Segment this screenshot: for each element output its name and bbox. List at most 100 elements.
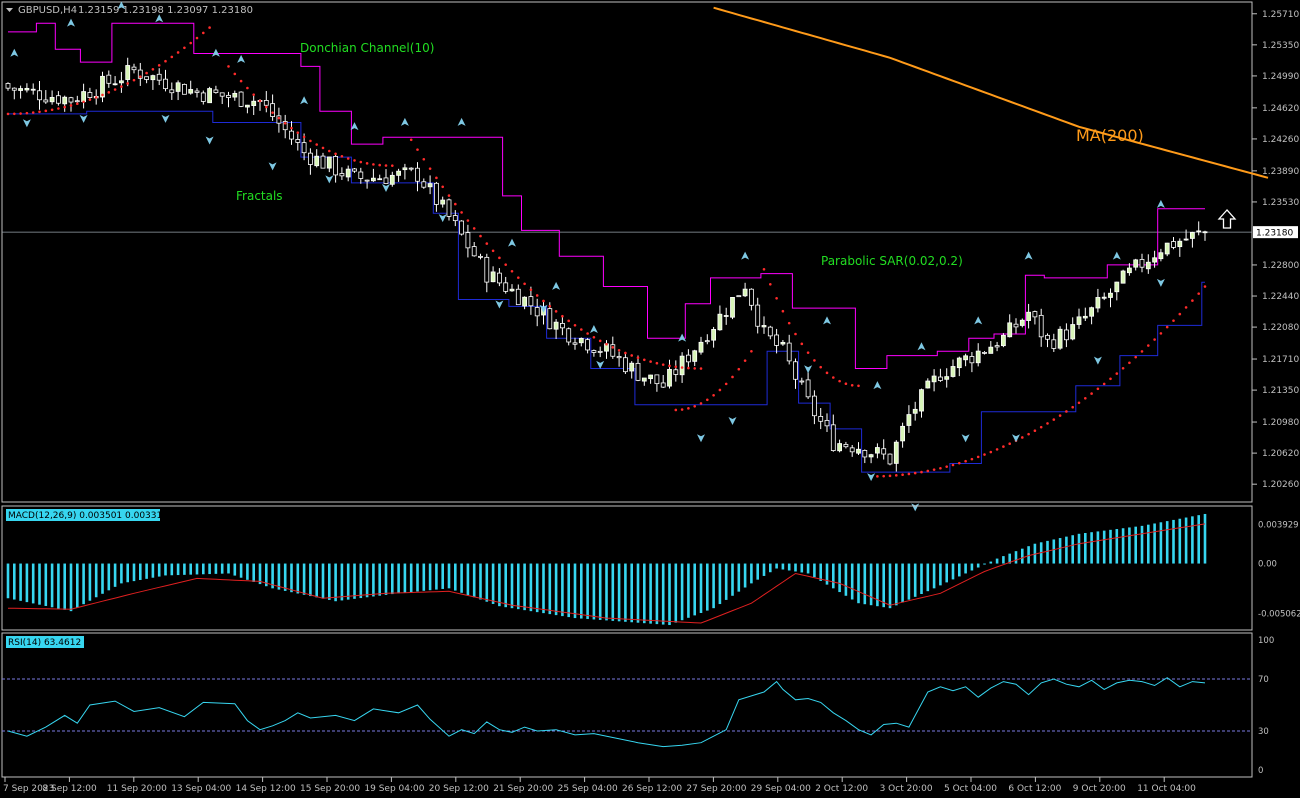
sar-dot bbox=[309, 140, 312, 143]
macd-histogram-bar bbox=[246, 564, 249, 580]
candle-body bbox=[195, 91, 199, 92]
donchian-label: Donchian Channel(10) bbox=[300, 41, 434, 55]
sar-dot bbox=[1103, 383, 1106, 386]
macd-histogram-bar bbox=[1046, 541, 1049, 564]
macd-histogram-bar bbox=[933, 564, 936, 589]
macd-histogram-bar bbox=[7, 564, 10, 599]
candle-body bbox=[1058, 329, 1062, 348]
macd-histogram-bar bbox=[630, 564, 633, 623]
candle-body bbox=[12, 88, 16, 90]
sar-dot bbox=[378, 164, 381, 167]
sar-dot bbox=[731, 376, 734, 379]
macd-histogram-bar bbox=[328, 564, 331, 600]
sar-dot bbox=[460, 211, 463, 214]
macd-histogram-bar bbox=[605, 564, 608, 621]
sar-dot bbox=[164, 60, 167, 63]
sar-dot bbox=[845, 382, 848, 385]
sar-dot bbox=[467, 219, 470, 222]
price-tick-label: 1.25350 bbox=[1262, 41, 1299, 51]
time-tick-label: 9 Oct 20:00 bbox=[1073, 784, 1126, 794]
sar-dot bbox=[234, 73, 237, 76]
candle-body bbox=[731, 297, 735, 317]
sar-dot bbox=[914, 472, 917, 475]
candle-body bbox=[25, 88, 29, 90]
sar-dot bbox=[19, 112, 22, 115]
macd-histogram-bar bbox=[687, 564, 690, 618]
macd-histogram-bar bbox=[385, 564, 388, 595]
candle-body bbox=[825, 420, 829, 425]
sar-dot bbox=[1053, 418, 1056, 421]
candle-body bbox=[491, 272, 495, 282]
candle bbox=[208, 87, 212, 103]
sar-dot bbox=[70, 104, 73, 107]
macd-histogram-bar bbox=[315, 564, 318, 598]
sar-dot bbox=[693, 405, 696, 408]
candle-body bbox=[743, 289, 747, 296]
macd-histogram-bar bbox=[448, 564, 451, 589]
sar-dot bbox=[435, 177, 438, 180]
candle-body bbox=[126, 65, 130, 79]
candle-body bbox=[642, 378, 646, 381]
macd-histogram-bar bbox=[927, 564, 930, 592]
sar-dot bbox=[920, 471, 923, 474]
candle-body bbox=[1020, 320, 1024, 325]
candle-body bbox=[233, 93, 237, 97]
candle-body bbox=[938, 377, 942, 380]
macd-histogram-bar bbox=[13, 564, 16, 600]
macd-histogram-bar bbox=[391, 564, 394, 595]
candle-body bbox=[6, 83, 10, 88]
candle-body bbox=[718, 314, 722, 330]
candle-body bbox=[296, 139, 300, 142]
sar-dot bbox=[504, 263, 507, 266]
macd-histogram-bar bbox=[668, 564, 671, 625]
time-tick-label: 20 Sep 12:00 bbox=[429, 784, 489, 794]
candle-body bbox=[384, 178, 388, 184]
macd-histogram-bar bbox=[1084, 533, 1087, 564]
sar-dot bbox=[536, 294, 539, 297]
trading-chart[interactable]: 1.257101.253501.249901.246201.242601.238… bbox=[0, 0, 1300, 798]
candle-body bbox=[353, 169, 357, 171]
candle-body bbox=[617, 356, 621, 357]
macd-histogram-bar bbox=[183, 564, 186, 575]
sar-dot bbox=[1179, 313, 1182, 316]
candle-body bbox=[913, 409, 917, 413]
candle-body bbox=[422, 182, 426, 187]
sar-dot bbox=[1153, 338, 1156, 341]
macd-histogram-bar bbox=[832, 564, 835, 589]
macd-histogram-bar bbox=[441, 564, 444, 589]
sar-dot bbox=[347, 157, 350, 160]
candle bbox=[1165, 243, 1169, 256]
sar-dot bbox=[101, 94, 104, 97]
sar-dot bbox=[271, 111, 274, 114]
candle-body bbox=[951, 366, 955, 376]
sar-dot bbox=[57, 107, 60, 110]
sar-dot bbox=[1027, 433, 1030, 436]
candle-body bbox=[724, 315, 728, 316]
sar-dot bbox=[265, 106, 268, 109]
candle-body bbox=[132, 67, 136, 70]
candle-body bbox=[239, 92, 243, 106]
macd-histogram-bar bbox=[681, 564, 684, 621]
sar-dot bbox=[120, 85, 123, 88]
sar-dot bbox=[889, 475, 892, 478]
macd-histogram-bar bbox=[1179, 519, 1182, 564]
candle-body bbox=[359, 172, 363, 178]
macd-histogram-bar bbox=[612, 564, 615, 621]
sar-dot bbox=[95, 96, 98, 99]
sar-dot bbox=[208, 26, 211, 29]
macd-histogram-bar bbox=[914, 564, 917, 597]
sar-dot bbox=[498, 257, 501, 260]
sar-dot bbox=[385, 164, 388, 167]
candle-body bbox=[365, 180, 369, 181]
sar-dot bbox=[630, 354, 633, 357]
macd-histogram-bar bbox=[360, 564, 363, 599]
macd-histogram-bar bbox=[303, 564, 306, 595]
candle-body bbox=[1052, 340, 1056, 349]
candle-body bbox=[176, 83, 180, 92]
macd-histogram-bar bbox=[89, 564, 92, 601]
candle-body bbox=[1077, 317, 1081, 325]
macd-histogram-bar bbox=[1103, 531, 1106, 564]
price-tick-label: 1.21710 bbox=[1262, 355, 1299, 365]
macd-histogram-bar bbox=[530, 564, 533, 612]
macd-histogram-bar bbox=[511, 564, 514, 609]
